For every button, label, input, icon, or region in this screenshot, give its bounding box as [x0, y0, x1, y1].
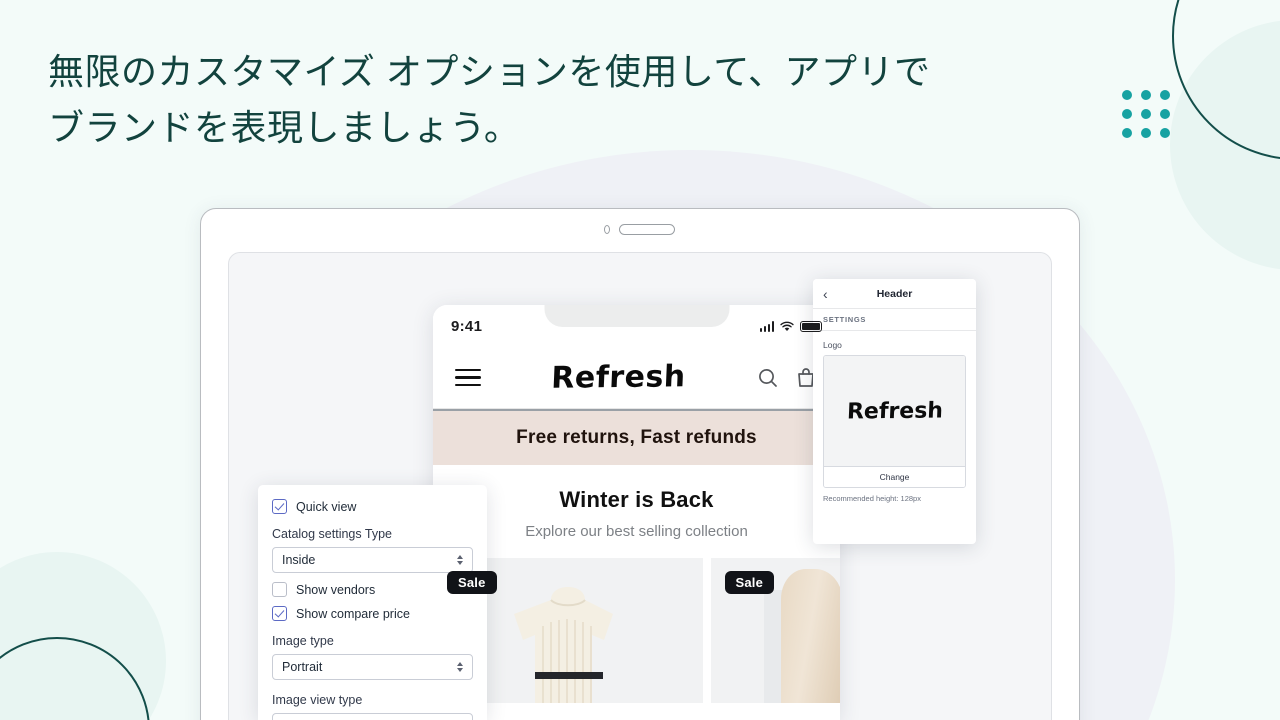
phone-status-bar: 9:41 [433, 305, 840, 347]
phone-notch [544, 305, 729, 327]
header-settings-body: Logo Refresh Change Recommended height: … [813, 331, 976, 503]
header-settings-title: Header [876, 287, 913, 300]
show-compare-price-row[interactable]: Show compare price [272, 606, 473, 621]
hero-title: Winter is Back [559, 487, 714, 512]
search-icon[interactable] [756, 366, 780, 390]
image-view-type-label: Image view type [272, 693, 363, 707]
catalog-settings-type-value: Inside [282, 553, 316, 567]
camera-dot-icon [604, 225, 610, 234]
product-card[interactable]: Sale [710, 558, 840, 703]
status-bar-icons [759, 320, 822, 332]
status-badge: Sale [724, 571, 775, 594]
hero-section: Winter is Back Explore our best selling … [433, 465, 840, 703]
product-image-sweater [513, 587, 613, 703]
hamburger-menu-icon[interactable] [455, 368, 481, 387]
logo-preview-text: Refresh [845, 397, 944, 425]
storefront-header-actions [756, 366, 818, 390]
product-image-coat [780, 569, 840, 703]
announcement-text: Free returns, Fast refunds [516, 427, 757, 448]
stepper-icon [457, 662, 463, 672]
header-settings-topbar: ‹ Header [813, 279, 976, 309]
circle-fill-top-right [1170, 20, 1280, 270]
phone-preview: 9:41 Refresh Free returns, Fast refunds … [433, 305, 840, 720]
change-logo-button[interactable]: Change [824, 466, 965, 487]
page-root: 無限のカスタマイズ オプションを使用して、アプリで ブランドを表現しましょう。 … [0, 0, 1280, 720]
circle-outline-bottom-left [0, 637, 150, 720]
logo-label: Logo [823, 340, 842, 350]
image-type-value: Portrait [282, 660, 323, 674]
circle-fill-bottom-left [0, 552, 166, 720]
show-compare-price-label: Show compare price [296, 606, 410, 621]
speaker-slot-icon [619, 224, 675, 235]
dot-grid-icon [1122, 90, 1170, 138]
wifi-icon [780, 321, 794, 331]
stepper-icon [457, 555, 463, 565]
show-vendors-label: Show vendors [296, 582, 376, 597]
logo-hint: Recommended height: 128px [823, 494, 921, 503]
logo-preview: Refresh [824, 356, 965, 466]
catalog-settings-type-select[interactable]: Inside [272, 547, 473, 573]
storefront-logo: Refresh [550, 359, 687, 396]
status-bar-time: 9:41 [451, 317, 483, 335]
quick-view-row[interactable]: Quick view [272, 499, 473, 514]
catalog-settings-type-label: Catalog settings Type [272, 527, 392, 541]
storefront-header: Refresh [433, 347, 840, 409]
announcement-bar: Free returns, Fast refunds [433, 409, 840, 465]
cellular-signal-icon [759, 320, 774, 332]
status-badge: Sale [447, 571, 497, 594]
show-compare-price-checkbox[interactable] [272, 606, 287, 621]
quick-view-checkbox[interactable] [272, 499, 287, 514]
image-view-type-select[interactable] [272, 713, 473, 720]
quick-view-label: Quick view [296, 499, 357, 514]
battery-full-icon [800, 320, 822, 332]
image-type-label: Image type [272, 634, 334, 648]
show-vendors-row[interactable]: Show vendors [272, 582, 473, 597]
catalog-settings-panel: Quick view Catalog settings Type Inside … [258, 485, 487, 720]
circle-outline-top-right [1172, 0, 1280, 160]
logo-field: Refresh Change [823, 355, 966, 488]
page-headline: 無限のカスタマイズ オプションを使用して、アプリで ブランドを表現しましょう。 [48, 51, 931, 148]
settings-section-label: SETTINGS [813, 309, 976, 331]
image-type-select[interactable]: Portrait [272, 654, 473, 680]
product-grid: Sale Sale [433, 558, 840, 703]
show-vendors-checkbox[interactable] [272, 582, 287, 597]
hero-subtitle: Explore our best selling collection [525, 523, 748, 540]
header-settings-panel: ‹ Header SETTINGS Logo Refresh Change Re… [813, 279, 976, 544]
